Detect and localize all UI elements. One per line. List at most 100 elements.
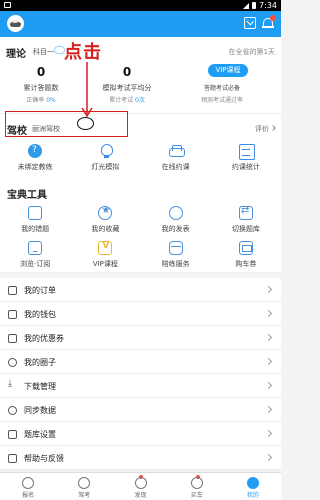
tool-item[interactable]: 陪练服务 bbox=[141, 241, 211, 269]
vip-subtitle: 答题考试必备 bbox=[204, 85, 241, 92]
stat-label: 累计答题数 bbox=[23, 84, 59, 92]
tool-item[interactable]: 我的收藏 bbox=[70, 205, 140, 234]
tab-label: 我的 bbox=[246, 492, 259, 499]
coach-service-icon bbox=[168, 241, 183, 255]
chevron-right-icon bbox=[264, 405, 273, 414]
battery-icon bbox=[252, 2, 257, 9]
school-item[interactable]: 灯光模拟 bbox=[70, 144, 140, 172]
signup-icon bbox=[22, 477, 35, 489]
chevron-right-icon bbox=[264, 357, 273, 366]
car-icon bbox=[168, 144, 185, 158]
chevron-right-icon bbox=[264, 333, 273, 342]
tool-item[interactable]: 购车券 bbox=[211, 241, 281, 269]
tab-label: 发现 bbox=[134, 492, 147, 499]
menu-item-label: 题库设置 bbox=[24, 430, 56, 439]
menu-item-label: 下载管理 bbox=[24, 382, 56, 391]
order-icon bbox=[8, 286, 17, 295]
buy-car-icon bbox=[190, 477, 203, 489]
status-bar: 7:34 bbox=[0, 0, 281, 11]
tool-item[interactable]: 我的错题 bbox=[0, 206, 70, 234]
menu-item-orders[interactable]: 我的订单 bbox=[0, 278, 281, 302]
top-header bbox=[0, 11, 281, 37]
school-item[interactable]: 约课统计 bbox=[211, 144, 281, 172]
error-book-icon bbox=[28, 206, 43, 220]
bell-icon[interactable] bbox=[262, 15, 276, 29]
discover-icon bbox=[134, 477, 147, 489]
tools-row-2: 浏览·订阅 VIP课程 陪练服务 购车券 bbox=[0, 241, 281, 269]
menu-item-help[interactable]: 帮助与反馈 bbox=[0, 446, 281, 470]
subscribe-icon bbox=[28, 241, 43, 255]
theory-title: 理论 bbox=[6, 49, 26, 60]
tab-buy-car[interactable]: 买车 bbox=[169, 473, 225, 500]
help-icon bbox=[8, 454, 17, 463]
tool-item[interactable]: 我的发表 bbox=[141, 206, 211, 234]
chevron-right-icon bbox=[264, 381, 273, 390]
tools-title: 宝典工具 bbox=[7, 190, 47, 201]
menu-item-label: 我的订单 bbox=[24, 286, 56, 295]
chevron-right-icon bbox=[264, 429, 273, 438]
menu-item-question-bank[interactable]: 题库设置 bbox=[0, 422, 281, 446]
circle-icon bbox=[8, 358, 17, 367]
tool-item[interactable]: VIP课程 bbox=[70, 241, 140, 269]
school-item[interactable]: 在线约课 bbox=[141, 144, 211, 172]
tab-exam[interactable]: 驾考 bbox=[56, 473, 112, 500]
switch-icon bbox=[238, 205, 253, 220]
school-item-label: 未绑定教练 bbox=[17, 163, 53, 171]
stat-value: 0 bbox=[36, 65, 46, 79]
tab-signup[interactable]: 报名 bbox=[0, 473, 56, 500]
menu-item-coupons[interactable]: 我的优惠券 bbox=[0, 326, 281, 350]
rate-link[interactable]: 评价 bbox=[255, 124, 269, 134]
school-item[interactable]: 未绑定教练 bbox=[0, 144, 70, 172]
coupon-icon bbox=[8, 334, 17, 343]
chevron-right-icon bbox=[264, 309, 273, 318]
lightbulb-icon bbox=[100, 144, 114, 158]
statistics-icon bbox=[238, 144, 255, 160]
avatar-icon[interactable] bbox=[7, 15, 24, 32]
vip-subtitle-2: 预测考试通过率 bbox=[201, 97, 244, 104]
bottom-tab-bar: 报名 驾考 发现 买车 我的 bbox=[0, 472, 281, 500]
tab-label: 买车 bbox=[190, 492, 203, 499]
tool-item[interactable]: 浏览·订阅 bbox=[0, 241, 70, 269]
tab-label: 报名 bbox=[22, 492, 35, 499]
tab-discover[interactable]: 发现 bbox=[112, 473, 168, 500]
sync-icon bbox=[8, 406, 17, 415]
mail-icon[interactable] bbox=[244, 17, 256, 29]
vip-course-button[interactable]: VIP课程 bbox=[208, 64, 248, 77]
menu-item-wallet[interactable]: 我的钱包 bbox=[0, 302, 281, 326]
annotation-highlight-box bbox=[5, 111, 128, 137]
menu-item-label: 我的钱包 bbox=[24, 310, 56, 319]
stat-sub: 累计考试 0次 bbox=[109, 97, 145, 104]
download-icon bbox=[8, 379, 17, 391]
menu-item-label: 我的圈子 bbox=[24, 358, 56, 367]
tool-item-label: 浏览·订阅 bbox=[20, 260, 51, 268]
menu-item-download[interactable]: 下载管理 bbox=[0, 374, 281, 398]
tool-item-label: VIP课程 bbox=[92, 260, 118, 268]
stat-exam-average[interactable]: 0 模拟考试平均分 累计考试 0次 bbox=[92, 65, 162, 104]
settings-icon bbox=[8, 430, 17, 439]
school-actions: 未绑定教练 灯光模拟 在线约课 约课统计 bbox=[0, 144, 281, 172]
notification-dot bbox=[270, 15, 276, 21]
tool-item-label: 我的发表 bbox=[161, 225, 190, 233]
tool-item-label: 我的错题 bbox=[21, 225, 50, 233]
subject-selector[interactable]: 科目一 bbox=[33, 47, 54, 57]
annotation-text: 点击 bbox=[64, 42, 102, 63]
menu-list: 我的订单 我的钱包 我的优惠券 我的圈子 下载管理 同步数据 题库设置 帮助与反… bbox=[0, 278, 281, 470]
question-icon bbox=[28, 144, 43, 158]
tools-row-1: 我的错题 我的收藏 我的发表 切换题库 bbox=[0, 205, 281, 234]
menu-item-circle[interactable]: 我的圈子 bbox=[0, 350, 281, 374]
menu-item-sync[interactable]: 同步数据 bbox=[0, 398, 281, 422]
annotation-arrow-icon bbox=[81, 62, 93, 118]
car-coupon-icon bbox=[238, 241, 253, 255]
gallery-icon bbox=[4, 2, 11, 8]
chevron-right-icon bbox=[264, 285, 273, 294]
status-time: 7:34 bbox=[259, 1, 277, 10]
annotation-circle bbox=[77, 117, 94, 130]
stat-value: 0 bbox=[122, 65, 132, 79]
chevron-right-icon bbox=[264, 453, 273, 462]
stat-answer-count[interactable]: 0 累计答题数 正确率 0% bbox=[12, 65, 70, 104]
stat-label: 模拟考试平均分 bbox=[102, 84, 152, 92]
tool-item[interactable]: 切换题库 bbox=[211, 205, 281, 234]
tab-profile[interactable]: 我的 bbox=[225, 473, 281, 500]
school-item-label: 在线约课 bbox=[161, 163, 190, 171]
exam-icon bbox=[78, 477, 91, 489]
